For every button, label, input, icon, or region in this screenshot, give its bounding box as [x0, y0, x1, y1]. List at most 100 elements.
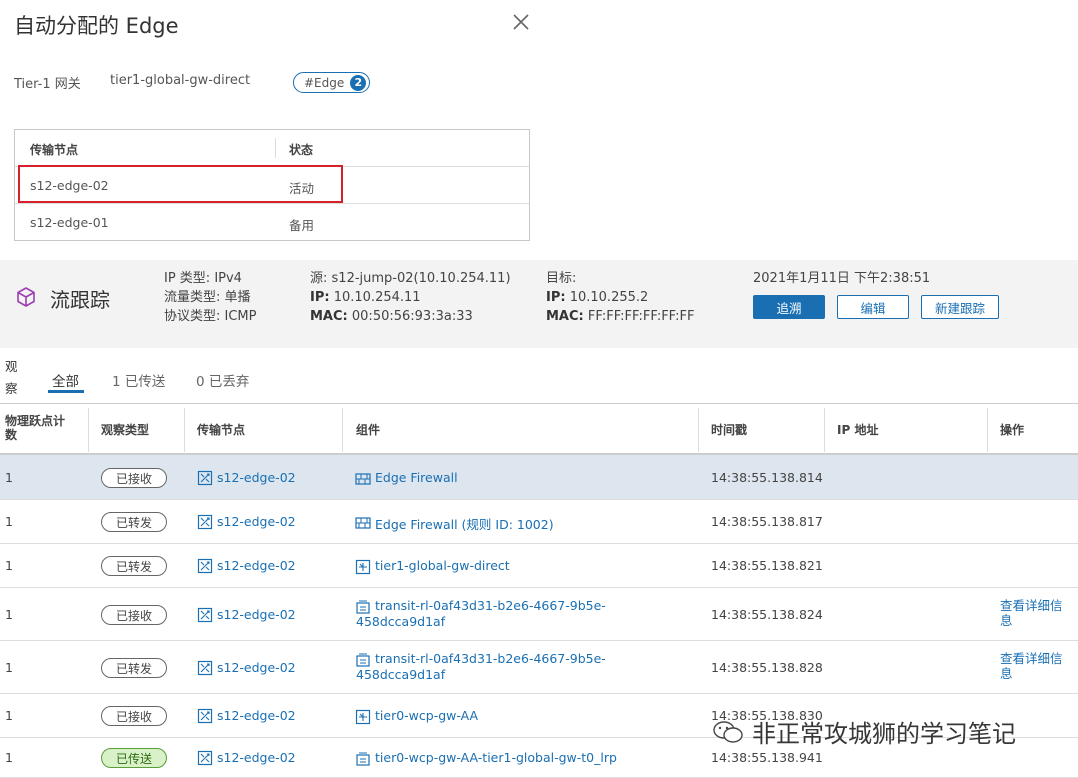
component-link[interactable]: Edge Firewall [375, 470, 458, 485]
timestamp: 14:38:55.138.817 [711, 514, 823, 529]
source-value: s12-jump-02(10.10.254.11) [331, 271, 511, 286]
transport-node-link[interactable]: s12-edge-02 [217, 660, 296, 675]
edit-button[interactable]: 编辑 [837, 295, 909, 319]
table-row[interactable]: 1 已转发 s12-edge-02 transit-rl-0af43d31-b2e6-… [0, 641, 1078, 694]
table-row[interactable]: 1 已转发 s12-edge-02 Edge Firewall (规则 ID: 100… [0, 500, 1078, 544]
column-header-status: 状态 [289, 143, 314, 157]
timestamp: 14:38:55.138.824 [711, 607, 823, 622]
table-row[interactable]: 1 已转发 s12-edge-02 tier1-global-gw-direct 14:… [0, 544, 1078, 588]
source-label: 源: [310, 271, 328, 286]
ip-type: IP 类型: IPv4 [164, 271, 242, 286]
target-mac-label: MAC: [546, 309, 584, 324]
new-trace-button[interactable]: 新建跟踪 [921, 295, 999, 319]
column-header-component[interactable]: 组件 [356, 421, 380, 438]
table-row[interactable]: 1 已接收 s12-edge-02 Edge Firewall 14:38:55.138… [0, 455, 1078, 500]
firewall-icon [355, 471, 371, 487]
transport-node-name: s12-edge-01 [30, 215, 109, 230]
protocol-type: 协议类型: ICMP [164, 309, 257, 324]
target-mac-value: FF:FF:FF:FF:FF:FF [587, 309, 695, 324]
component-link-continued[interactable]: 458dcca9d1af [356, 614, 445, 629]
transport-node-icon [197, 558, 213, 574]
hop-count: 1 [5, 660, 13, 675]
view-details-link[interactable]: 查看详细信息 [1000, 651, 1063, 681]
flow-properties: IP 类型: IPv4 流量类型: 单播 协议类型: ICMP [164, 269, 256, 326]
source-ip-value: 10.10.254.11 [333, 290, 421, 305]
component-link[interactable]: transit-rl-0af43d31-b2e6-4667-9b5e- [375, 651, 606, 666]
transport-node-link[interactable]: s12-edge-02 [217, 514, 296, 529]
port-icon [355, 652, 371, 668]
flow-trace-title: 流跟踪 [50, 288, 110, 312]
target-ip-value: 10.10.255.2 [569, 290, 649, 305]
tab-all[interactable]: 全部 [52, 370, 79, 390]
observation-type-badge: 已接收 [101, 605, 167, 625]
column-header-transport-node[interactable]: 传输节点 [197, 421, 245, 438]
column-header-transport-node: 传输节点 [30, 143, 79, 157]
tab-delivered[interactable]: 1 已传送 [112, 370, 165, 390]
timestamp: 14:38:55.138.941 [711, 750, 823, 765]
hop-count: 1 [5, 750, 13, 765]
transport-node-link[interactable]: s12-edge-02 [217, 558, 296, 573]
transport-node-icon [197, 750, 213, 766]
observations-label: 观 察 [5, 359, 18, 396]
table-row[interactable]: s12-edge-01 备用 [15, 204, 529, 241]
observation-type-badge: 已接收 [101, 706, 167, 726]
dialog-title: 自动分配的 Edge [14, 14, 179, 38]
timestamp: 14:38:55.138.821 [711, 558, 823, 573]
trace-button[interactable]: 追溯 [753, 295, 825, 319]
transport-node-link[interactable]: s12-edge-02 [217, 470, 296, 485]
hop-count: 1 [5, 607, 13, 622]
close-icon[interactable] [509, 10, 533, 34]
table-header: 传输节点 状态 [15, 130, 529, 167]
transport-node-icon [197, 708, 213, 724]
highlight-annotation [18, 165, 343, 203]
transport-node-icon [197, 470, 213, 486]
edge-tag-label: #Edge [304, 75, 345, 90]
traffic-type: 流量类型: 单播 [164, 290, 251, 305]
transport-node-link[interactable]: s12-edge-02 [217, 607, 296, 622]
active-tab-indicator [48, 390, 84, 393]
tier1-gateway-label: Tier-1 网关 [14, 77, 81, 92]
observation-type-badge: 已转发 [101, 512, 167, 532]
source-mac-label: MAC: [310, 309, 348, 324]
port-icon [355, 599, 371, 615]
observation-table-header: 物理跃点计数 观察类型 传输节点 组件 时间戳 IP 地址 操作 [0, 403, 1078, 455]
observation-type-badge: 已传送 [101, 748, 167, 768]
chat-bubble-icon [713, 720, 743, 743]
hop-count: 1 [5, 558, 13, 573]
transport-node-link[interactable]: s12-edge-02 [217, 750, 296, 765]
component-link[interactable]: tier1-global-gw-direct [375, 558, 510, 573]
edge-tag-badge[interactable]: #Edge 2 [293, 72, 371, 93]
transport-node-status: 备用 [289, 218, 315, 233]
component-link[interactable]: Edge Firewall (规则 ID: 1002) [375, 514, 554, 533]
observation-type-badge: 已转发 [101, 658, 167, 678]
column-header-actions[interactable]: 操作 [1000, 421, 1024, 438]
component-link[interactable]: tier0-wcp-gw-AA-tier1-global-gw-t0_lrp [375, 750, 617, 765]
target-info: 目标: IP: 10.10.255.2 MAC: FF:FF:FF:FF:FF:… [546, 269, 694, 326]
target-ip-label: IP: [546, 290, 566, 305]
router-icon [355, 709, 371, 725]
router-icon [355, 559, 371, 575]
transport-node-icon [197, 514, 213, 530]
tab-dropped[interactable]: 0 已丢弃 [196, 370, 249, 390]
column-header-hop-count[interactable]: 物理跃点计数 [5, 414, 75, 442]
target-label: 目标: [546, 271, 577, 286]
component-link[interactable]: transit-rl-0af43d31-b2e6-4667-9b5e- [375, 598, 606, 613]
transport-node-link[interactable]: s12-edge-02 [217, 708, 296, 723]
column-header-observation-type[interactable]: 观察类型 [101, 421, 149, 438]
observation-type-badge: 已转发 [101, 556, 167, 576]
source-ip-label: IP: [310, 290, 330, 305]
transport-node-icon [197, 660, 213, 676]
view-details-link[interactable]: 查看详细信息 [1000, 598, 1063, 628]
edge-count: 2 [350, 74, 367, 91]
watermark-text: 非正常攻城狮的学习笔记 [752, 720, 1016, 748]
table-row[interactable]: 1 已接收 s12-edge-02 transit-rl-0af43d31-b2e6-… [0, 588, 1078, 641]
component-link[interactable]: tier0-wcp-gw-AA [375, 708, 478, 723]
column-header-ip-address[interactable]: IP 地址 [837, 421, 878, 438]
component-link-continued[interactable]: 458dcca9d1af [356, 667, 445, 682]
column-header-timestamp[interactable]: 时间戳 [711, 421, 747, 438]
hop-count: 1 [5, 708, 13, 723]
cube-icon [17, 287, 35, 307]
port-icon [355, 751, 371, 767]
timestamp: 14:38:55.138.814 [711, 470, 823, 485]
source-info: 源: s12-jump-02(10.10.254.11) IP: 10.10.2… [310, 269, 511, 326]
